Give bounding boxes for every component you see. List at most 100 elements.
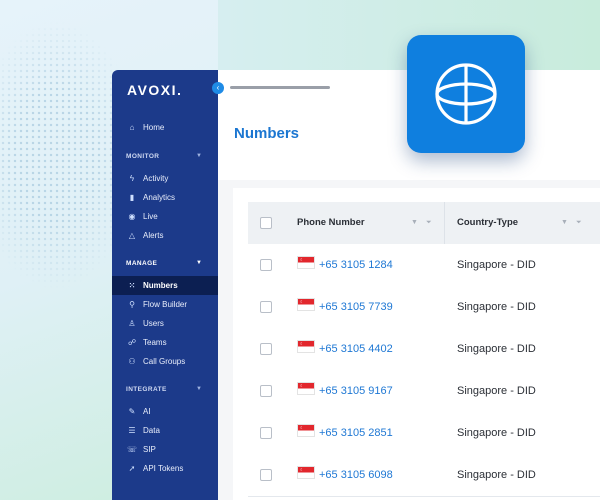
- home-icon: ⌂: [129, 123, 135, 132]
- sidebar-item-home[interactable]: ⌂ Home: [112, 118, 218, 137]
- brand-name: AVOXI: [127, 82, 178, 98]
- sidebar-item-label: Flow Builder: [143, 300, 188, 309]
- team-icon: ☍: [127, 338, 137, 347]
- section-title: MANAGE: [126, 260, 158, 267]
- country-type: Singapore - DID: [457, 301, 536, 313]
- column-header-country-type[interactable]: Country-Type: [457, 202, 518, 244]
- sidebar-item-numbers[interactable]: ⁙ Numbers: [112, 276, 218, 295]
- singapore-flag-icon: ☾: [297, 298, 315, 311]
- numbers-table: Phone Number ▼ ⏷ Country-Type ▼ ⏷ ☾ +65 …: [233, 188, 600, 500]
- row-checkbox[interactable]: [260, 301, 272, 313]
- section-manage[interactable]: MANAGE ▼: [126, 260, 202, 267]
- user-icon: ♙: [128, 319, 136, 328]
- flow-icon: ⚲: [129, 300, 135, 309]
- chevron-down-icon: ▼: [196, 153, 203, 159]
- filter-icon[interactable]: ⏷: [576, 202, 582, 244]
- database-icon: ☰: [128, 426, 136, 435]
- top-bar-handle: [230, 86, 330, 89]
- sidebar-item-label: Data: [143, 426, 160, 435]
- sidebar-item-label: Users: [143, 319, 164, 328]
- sort-icon[interactable]: ▼: [411, 202, 418, 244]
- sidebar-item-alerts[interactable]: △ Alerts: [112, 226, 218, 245]
- row-checkbox[interactable]: [260, 259, 272, 271]
- dialpad-icon: ⁙: [128, 281, 136, 290]
- section-title: MONITOR: [126, 153, 160, 160]
- sort-icon[interactable]: ▼: [561, 202, 568, 244]
- warning-icon: △: [128, 231, 136, 240]
- table-header: Phone Number ▼ ⏷ Country-Type ▼ ⏷: [248, 202, 600, 245]
- country-type: Singapore - DID: [457, 427, 536, 439]
- table-row[interactable]: ☾ +65 3105 7739 Singapore - DID: [248, 286, 600, 329]
- globe-tile: [407, 35, 525, 153]
- globe-icon: [435, 63, 497, 125]
- live-icon: ◉: [128, 212, 136, 221]
- country-type: Singapore - DID: [457, 385, 536, 397]
- singapore-flag-icon: ☾: [297, 340, 315, 353]
- rocket-icon: ➚: [128, 464, 136, 473]
- chevron-left-icon: ‹: [216, 83, 220, 92]
- country-type: Singapore - DID: [457, 259, 536, 271]
- sidebar-item-label: AI: [143, 407, 151, 416]
- sidebar-item-ai[interactable]: ✎ AI: [112, 402, 218, 421]
- country-type: Singapore - DID: [457, 469, 536, 481]
- row-checkbox[interactable]: [260, 427, 272, 439]
- section-integrate[interactable]: INTEGRATE ▼: [126, 386, 202, 393]
- sidebar-item-flow-builder[interactable]: ⚲ Flow Builder: [112, 295, 218, 314]
- phone-number-link[interactable]: +65 3105 9167: [319, 385, 393, 397]
- sidebar-item-teams[interactable]: ☍ Teams: [112, 333, 218, 352]
- page-title: Numbers: [234, 125, 300, 142]
- logo-dot: [178, 93, 181, 95]
- sidebar-item-label: SIP: [143, 445, 156, 454]
- sidebar-item-label: Alerts: [143, 231, 164, 240]
- sidebar-item-label: API Tokens: [143, 464, 184, 473]
- sidebar-item-sip[interactable]: ☏ SIP: [112, 440, 218, 459]
- filter-icon[interactable]: ⏷: [426, 202, 432, 244]
- sidebar-item-users[interactable]: ♙ Users: [112, 314, 218, 333]
- phone-number-link[interactable]: +65 3105 1284: [319, 259, 393, 271]
- bolt-icon: ϟ: [129, 174, 135, 183]
- sidebar-item-label: Live: [143, 212, 158, 221]
- sidebar-item-analytics[interactable]: ▮ Analytics: [112, 188, 218, 207]
- chevron-down-icon: ▼: [196, 260, 203, 266]
- row-checkbox[interactable]: [260, 343, 272, 355]
- table-row[interactable]: ☾ +65 3105 1284 Singapore - DID: [248, 244, 600, 287]
- brand-logo[interactable]: AVOXI: [127, 82, 181, 98]
- singapore-flag-icon: ☾: [297, 424, 315, 437]
- column-header-phone-number[interactable]: Phone Number: [297, 202, 365, 244]
- sidebar-item-call-groups[interactable]: ⚇ Call Groups: [112, 352, 218, 371]
- sidebar-item-activity[interactable]: ϟ Activity: [112, 169, 218, 188]
- table-row[interactable]: ☾ +65 3105 2851 Singapore - DID: [248, 412, 600, 455]
- sidebar-item-label: Analytics: [143, 193, 176, 202]
- bar-chart-icon: ▮: [129, 193, 135, 202]
- table-row[interactable]: ☾ +65 3105 9167 Singapore - DID: [248, 370, 600, 413]
- sidebar-item-label: Call Groups: [143, 357, 186, 366]
- section-title: INTEGRATE: [126, 386, 167, 393]
- select-all-checkbox[interactable]: [260, 217, 272, 229]
- row-checkbox[interactable]: [260, 469, 272, 481]
- section-monitor[interactable]: MONITOR ▼: [126, 153, 202, 160]
- singapore-flag-icon: ☾: [297, 382, 315, 395]
- table-row[interactable]: ☾ +65 3105 4402 Singapore - DID: [248, 328, 600, 371]
- sidebar-item-label: Activity: [143, 174, 169, 183]
- column-divider: [444, 202, 445, 244]
- phone-number-link[interactable]: +65 3105 4402: [319, 343, 393, 355]
- sidebar-item-live[interactable]: ◉ Live: [112, 207, 218, 226]
- call-group-icon: ⚇: [128, 357, 136, 366]
- sidebar-item-label: Teams: [143, 338, 167, 347]
- singapore-flag-icon: ☾: [297, 466, 315, 479]
- sidebar-item-label: Home: [143, 123, 165, 132]
- sidebar-item-data[interactable]: ☰ Data: [112, 421, 218, 440]
- sip-icon: ☏: [127, 445, 138, 454]
- singapore-flag-icon: ☾: [297, 256, 315, 269]
- sidebar-item-label: Numbers: [143, 281, 178, 290]
- sparkle-icon: ✎: [128, 407, 136, 416]
- phone-number-link[interactable]: +65 3105 6098: [319, 469, 393, 481]
- sidebar-item-api-tokens[interactable]: ➚ API Tokens: [112, 459, 218, 478]
- phone-number-link[interactable]: +65 3105 7739: [319, 301, 393, 313]
- sidebar: AVOXI ⌂ Home MONITOR ▼ ϟ Activity ▮ Anal…: [112, 70, 218, 500]
- phone-number-link[interactable]: +65 3105 2851: [319, 427, 393, 439]
- table-row[interactable]: ☾ +65 3105 6098 Singapore - DID: [248, 454, 600, 497]
- chevron-down-icon: ▼: [196, 386, 203, 392]
- row-checkbox[interactable]: [260, 385, 272, 397]
- sidebar-collapse-button[interactable]: ‹: [212, 82, 224, 94]
